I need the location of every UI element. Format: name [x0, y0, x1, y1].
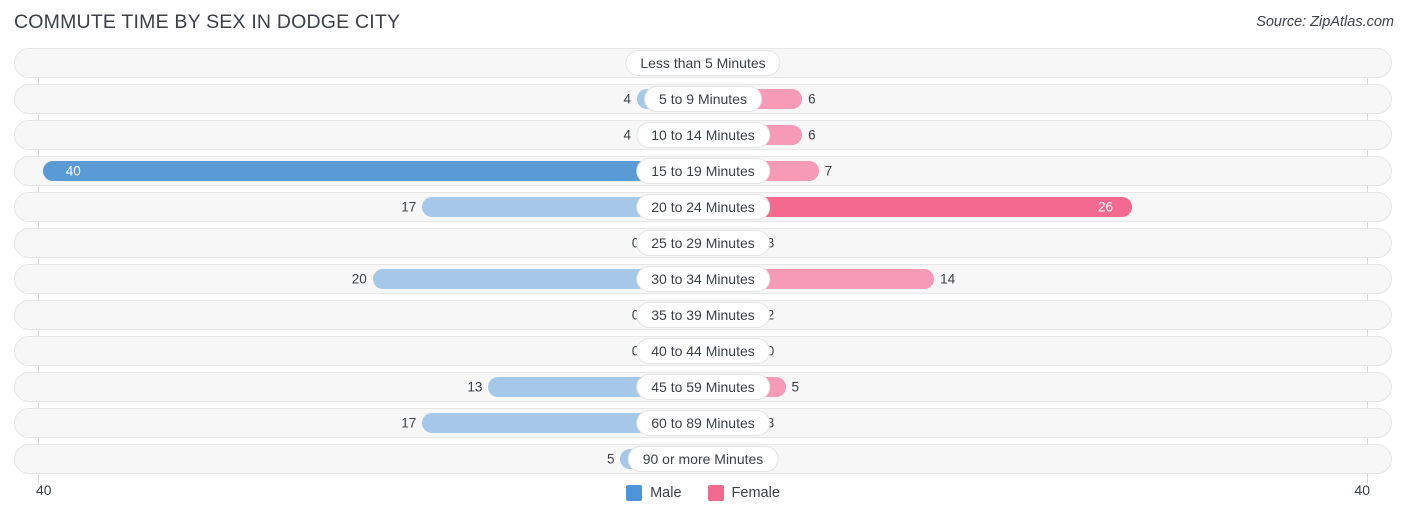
- bar-value-female: 26: [1098, 199, 1114, 215]
- legend-female[interactable]: Female: [707, 485, 780, 501]
- chart-plot-area: 02Less than 5 Minutes 4 6 5 to 9 Minutes 4 6 1…: [0, 48, 1406, 484]
- category-label: 30 to 34 Minutes: [637, 267, 769, 291]
- chart-row: 0 3 25 to 29 Minutes: [14, 228, 1392, 258]
- category-label: 10 to 14 Minutes: [637, 123, 769, 147]
- chart-row: 4 6 10 to 14 Minutes: [14, 120, 1392, 150]
- chart-row-inner: 4 6 10 to 14 Minutes: [15, 121, 1391, 149]
- legend-swatch-icon: [707, 485, 724, 501]
- bar-male[interactable]: [42, 161, 703, 181]
- bar-value-male: 4: [623, 127, 631, 143]
- category-label: 45 to 59 Minutes: [637, 375, 769, 399]
- category-label: Less than 5 Minutes: [626, 51, 780, 75]
- chart-rows: 02Less than 5 Minutes 4 6 5 to 9 Minutes 4 6 1…: [0, 48, 1406, 480]
- chart-row: 4 6 5 to 9 Minutes: [14, 84, 1392, 114]
- category-label: 90 or more Minutes: [628, 447, 778, 471]
- category-label: 20 to 24 Minutes: [637, 195, 769, 219]
- chart-header: COMMUTE TIME BY SEX IN DODGE CITY Source…: [0, 0, 1406, 46]
- category-label: 15 to 19 Minutes: [637, 159, 769, 183]
- legend-label: Male: [650, 485, 682, 501]
- chart-row: 20 14 30 to 34 Minutes: [14, 264, 1392, 294]
- chart-row-inner: 17 3 60 to 89 Minutes: [15, 409, 1391, 437]
- chart-row-inner: 40 7 15 to 19 Minutes: [15, 157, 1391, 185]
- category-label: 25 to 29 Minutes: [637, 231, 769, 255]
- source-attribution: Source: ZipAtlas.com: [1256, 14, 1394, 30]
- bar-value-female: 7: [824, 163, 833, 179]
- bar-value-female: 6: [808, 91, 816, 107]
- bar-value-female: 6: [808, 127, 816, 143]
- chart-row: 13 5 45 to 59 Minutes: [14, 372, 1392, 402]
- bar-value-male: 4: [623, 91, 631, 107]
- legend-swatch-icon: [626, 485, 643, 501]
- bar-value-male: 13: [467, 379, 483, 395]
- chart-row: 5090 or more Minutes: [14, 444, 1392, 474]
- chart-row-inner: 5090 or more Minutes: [15, 445, 1391, 473]
- chart-legend: Male Female: [0, 485, 1406, 501]
- chart-row: 17 3 60 to 89 Minutes: [14, 408, 1392, 438]
- category-label: 60 to 89 Minutes: [637, 411, 769, 435]
- legend-label: Female: [731, 485, 780, 501]
- chart-row-inner: 0 3 25 to 29 Minutes: [15, 229, 1391, 257]
- chart-row-inner: 17 26 20 to 24 Minutes: [15, 193, 1391, 221]
- bar-value-male: 40: [65, 163, 81, 179]
- bar-value-male: 5: [606, 451, 615, 467]
- legend-male[interactable]: Male: [626, 485, 682, 501]
- chart-row: 02Less than 5 Minutes: [14, 48, 1392, 78]
- chart-page: COMMUTE TIME BY SEX IN DODGE CITY Source…: [0, 0, 1406, 523]
- chart-row-inner: 20 14 30 to 34 Minutes: [15, 265, 1391, 293]
- chart-row-inner: 4 6 5 to 9 Minutes: [15, 85, 1391, 113]
- page-title: COMMUTE TIME BY SEX IN DODGE CITY: [14, 11, 401, 33]
- bar-value-male: 20: [351, 271, 367, 287]
- chart-row: 40 7 15 to 19 Minutes: [14, 156, 1392, 186]
- chart-row: 17 26 20 to 24 Minutes: [14, 192, 1392, 222]
- chart-row-inner: 0 2 35 to 39 Minutes: [15, 301, 1391, 329]
- chart-row-inner: 0 0 40 to 44 Minutes: [15, 337, 1391, 365]
- category-label: 5 to 9 Minutes: [645, 87, 761, 111]
- bar-value-female: 5: [791, 379, 800, 395]
- category-label: 40 to 44 Minutes: [637, 339, 769, 363]
- chart-row: 0 0 40 to 44 Minutes: [14, 336, 1392, 366]
- chart-row: 0 2 35 to 39 Minutes: [14, 300, 1392, 330]
- bar-value-male: 17: [401, 199, 417, 215]
- bar-value-female: 14: [940, 271, 956, 287]
- bar-value-male: 17: [401, 415, 417, 431]
- chart-row-inner: 13 5 45 to 59 Minutes: [15, 373, 1391, 401]
- chart-row-inner: 02Less than 5 Minutes: [15, 49, 1391, 77]
- category-label: 35 to 39 Minutes: [637, 303, 769, 327]
